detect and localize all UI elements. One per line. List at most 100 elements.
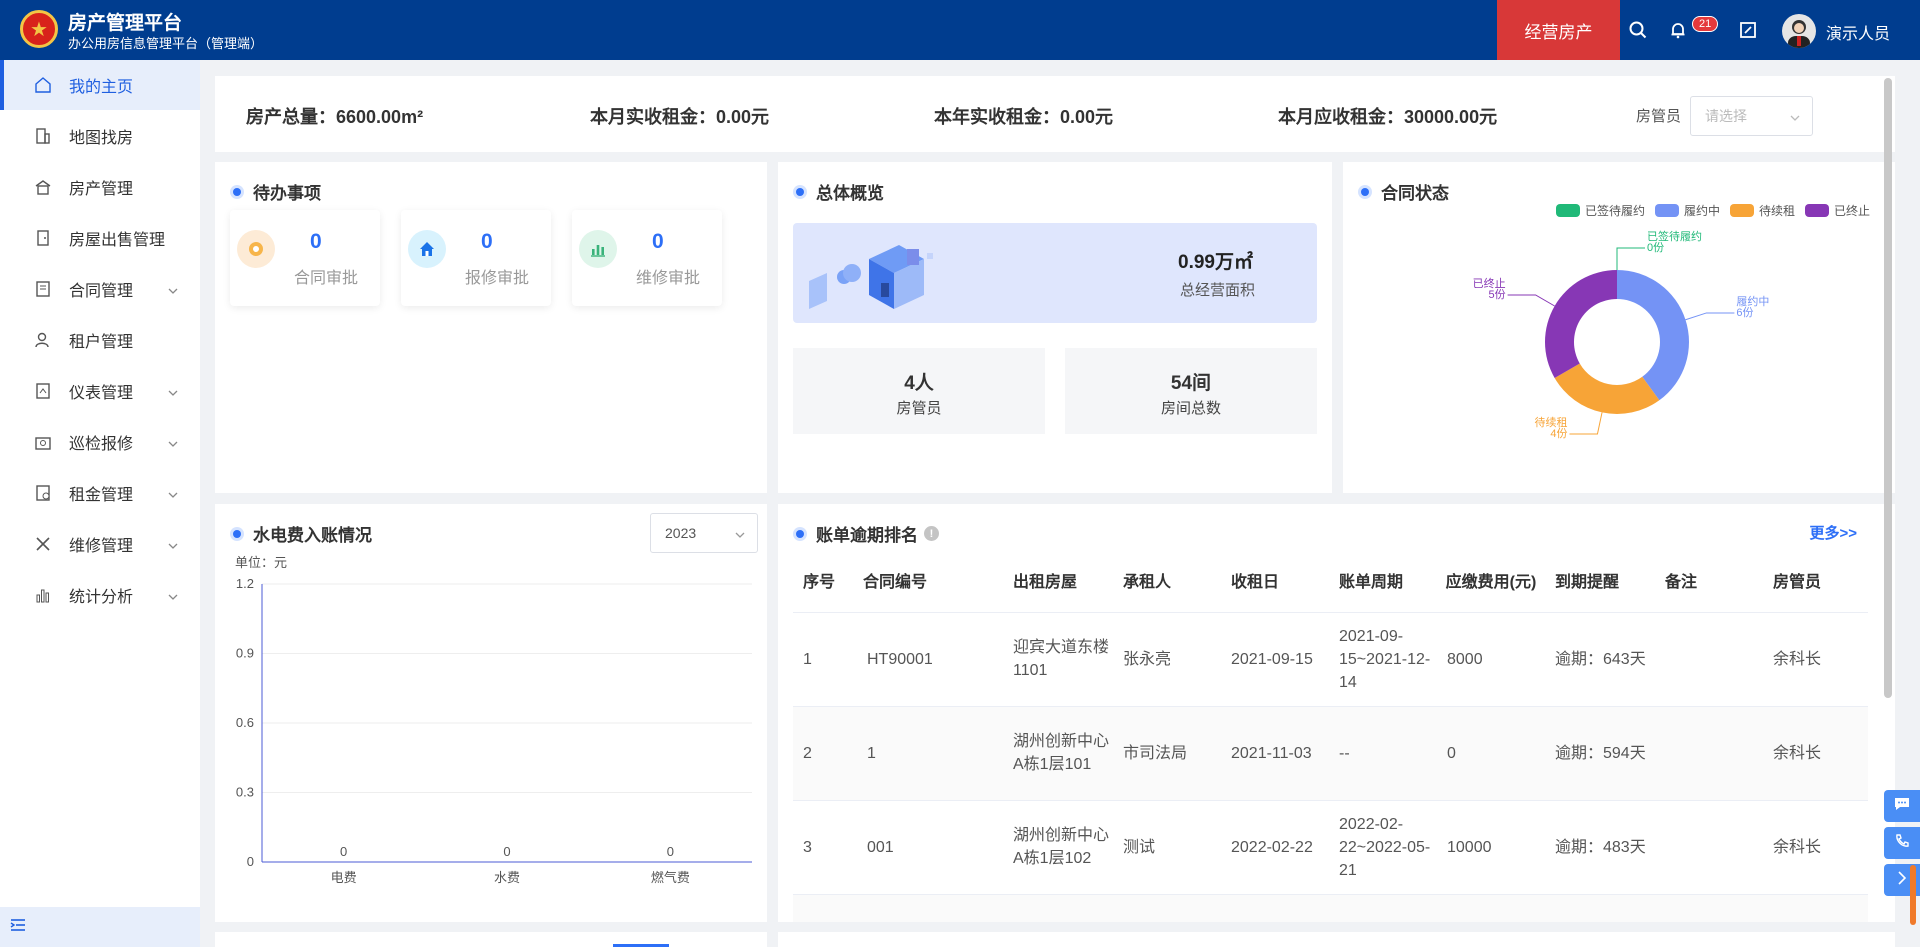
business-property-button[interactable]: 经营房产 [1497,0,1620,60]
maintenance-approval-tile[interactable]: 0 维修审批 [572,210,722,306]
todo-count: 0 [310,230,322,253]
home-icon [34,76,52,94]
sidebar-item-home[interactable]: 我的主页 [0,60,200,110]
phone-float-button[interactable] [1884,827,1920,859]
column-header: 出租房屋 [1003,548,1113,613]
cell-no: 2 [793,706,853,801]
cell-fee [1437,894,1545,922]
cell-no [793,894,853,922]
search-icon[interactable] [1626,18,1650,42]
cell-contract[interactable]: HT90001 [853,612,1003,707]
contract-status-title: 合同状态 [1361,179,1449,204]
pie-data-label: 6份 [1736,306,1753,319]
manager-select-placeholder: 请选择 [1705,108,1747,124]
page-scrollbar[interactable] [1884,78,1892,698]
info-icon[interactable]: ! [924,526,939,541]
edit-message-icon[interactable] [1736,18,1760,42]
pie-data-label: 待续租 [1534,415,1567,429]
sidebar-item-inspection[interactable]: 巡检报修 [0,417,200,467]
table-row[interactable]: 1 HT90001 迎宾大道东楼1101 张永亮 2021-09-15 2021-09-1… [793,612,1868,707]
cell-house[interactable]: 湖州创新中心A栋1层101 [1003,706,1113,801]
column-header: 应缴费用(元) [1437,548,1545,613]
sidebar-item-door[interactable]: 房屋出售管理 [0,213,200,263]
username[interactable]: 演示人员 [1826,20,1890,44]
tools-icon [34,535,52,553]
cell-reminder: 逾期：643天 [1545,612,1655,707]
managers-label: 房管员 [896,400,942,417]
sidebar-item-meter[interactable]: 仪表管理 [0,366,200,416]
meter-icon [34,382,52,400]
pie-leader-line [1685,312,1735,321]
chevron-down-icon [168,281,178,299]
cell-contract[interactable]: 1 [853,706,1003,801]
total-area-stat: 房产总量：6600.00m² [246,107,424,127]
cell-house[interactable]: 湖州创新中心A栋1层102 [1003,800,1113,895]
sidebar-item-building[interactable]: 地图找房 [0,111,200,161]
table-row[interactable]: 湖州创新中 2022-05-2 [793,894,1868,922]
todo-label: 报修审批 [465,270,530,287]
total-area-banner: 0.99万㎡ 总经营面积 [793,223,1317,323]
cell-contract[interactable]: 001 [853,800,1003,895]
cell-tenant[interactable] [1113,894,1221,922]
cell-house[interactable]: 湖州创新中 [1003,894,1113,922]
chat-float-button[interactable] [1884,790,1920,822]
chevron-down-icon [168,383,178,401]
door-icon [34,229,52,247]
overdue-title: 账单逾期排名 ! [796,521,939,546]
bar-data-label: 0 [503,844,510,859]
contract-approval-tile[interactable]: 0 合同审批 [230,210,380,306]
cell-contract[interactable] [853,894,1003,922]
cell-tenant[interactable]: 张永亮 [1113,612,1221,707]
collapse-menu-button[interactable] [0,907,200,947]
sidebar-item-chart[interactable]: 统计分析 [0,570,200,620]
repair-approval-tile[interactable]: 0 报修审批 [401,210,551,306]
todo-count: 0 [652,230,664,253]
orange-scroll-indicator [1910,865,1916,925]
pie-slice[interactable] [1554,363,1660,415]
legend-swatch [1556,204,1580,217]
sidebar-item-rent[interactable]: 租金管理 [0,468,200,518]
pie-data-label: 已终止 [1473,276,1506,290]
chat-icon [1893,796,1911,817]
pie-data-label: 4份 [1550,427,1567,440]
legend-item[interactable]: 已签待履约 [1556,202,1645,219]
sidebar-item-users[interactable]: 租户管理 [0,315,200,365]
sidebar-item-house[interactable]: 房产管理 [0,162,200,212]
year-select[interactable]: 2023 [650,513,758,553]
sidebar-item-label: 房屋出售管理 [69,232,166,249]
sidebar-item-label: 巡检报修 [69,436,134,453]
avatar[interactable] [1782,14,1816,48]
rooms-label: 房间总数 [1160,400,1221,417]
month-received-stat: 本月实收租金：0.00元 [590,107,770,127]
pie-leader-line [1569,412,1603,435]
sidebar-item-contract[interactable]: 合同管理 [0,264,200,314]
cell-house[interactable]: 迎宾大道东楼1101 [1003,612,1113,707]
cell-fee: 8000 [1437,612,1545,707]
unit-label: 单位：元 [235,555,288,570]
pie-slice[interactable] [1545,270,1617,378]
pie-slice[interactable] [1617,270,1689,401]
chevron-down-icon [1790,108,1800,124]
pie-data-label: 0份 [1647,241,1664,254]
cell-tenant[interactable]: 测试 [1113,800,1221,895]
table-row[interactable]: 2 1 湖州创新中心A栋1层101 市司法局 2021-11-03 -- 0 逾期：594天 余… [793,706,1868,801]
legend-item[interactable]: 待续租 [1730,202,1795,219]
maintenance-chart-icon [579,230,617,268]
chevron-down-icon [168,485,178,503]
bell-icon[interactable] [1666,18,1690,42]
sidebar-item-label: 地图找房 [69,130,134,147]
table-row[interactable]: 3 001 湖州创新中心A栋1层102 测试 2022-02-22 2022-02-22~… [793,800,1868,895]
inspection-icon [34,433,52,451]
cell-fee: 10000 [1437,800,1545,895]
legend-item[interactable]: 已终止 [1805,202,1870,219]
todo-label: 维修审批 [636,270,701,287]
cell-tenant[interactable]: 市司法局 [1113,706,1221,801]
house-icon [34,178,52,196]
y-tick-label: 0 [247,854,254,869]
more-link[interactable]: 更多>> [1809,522,1857,543]
rent-icon [34,484,52,502]
y-tick-label: 1.2 [236,576,254,591]
manager-select[interactable]: 请选择 [1690,96,1813,136]
legend-item[interactable]: 履约中 [1655,202,1720,219]
sidebar-item-tools[interactable]: 维修管理 [0,519,200,569]
